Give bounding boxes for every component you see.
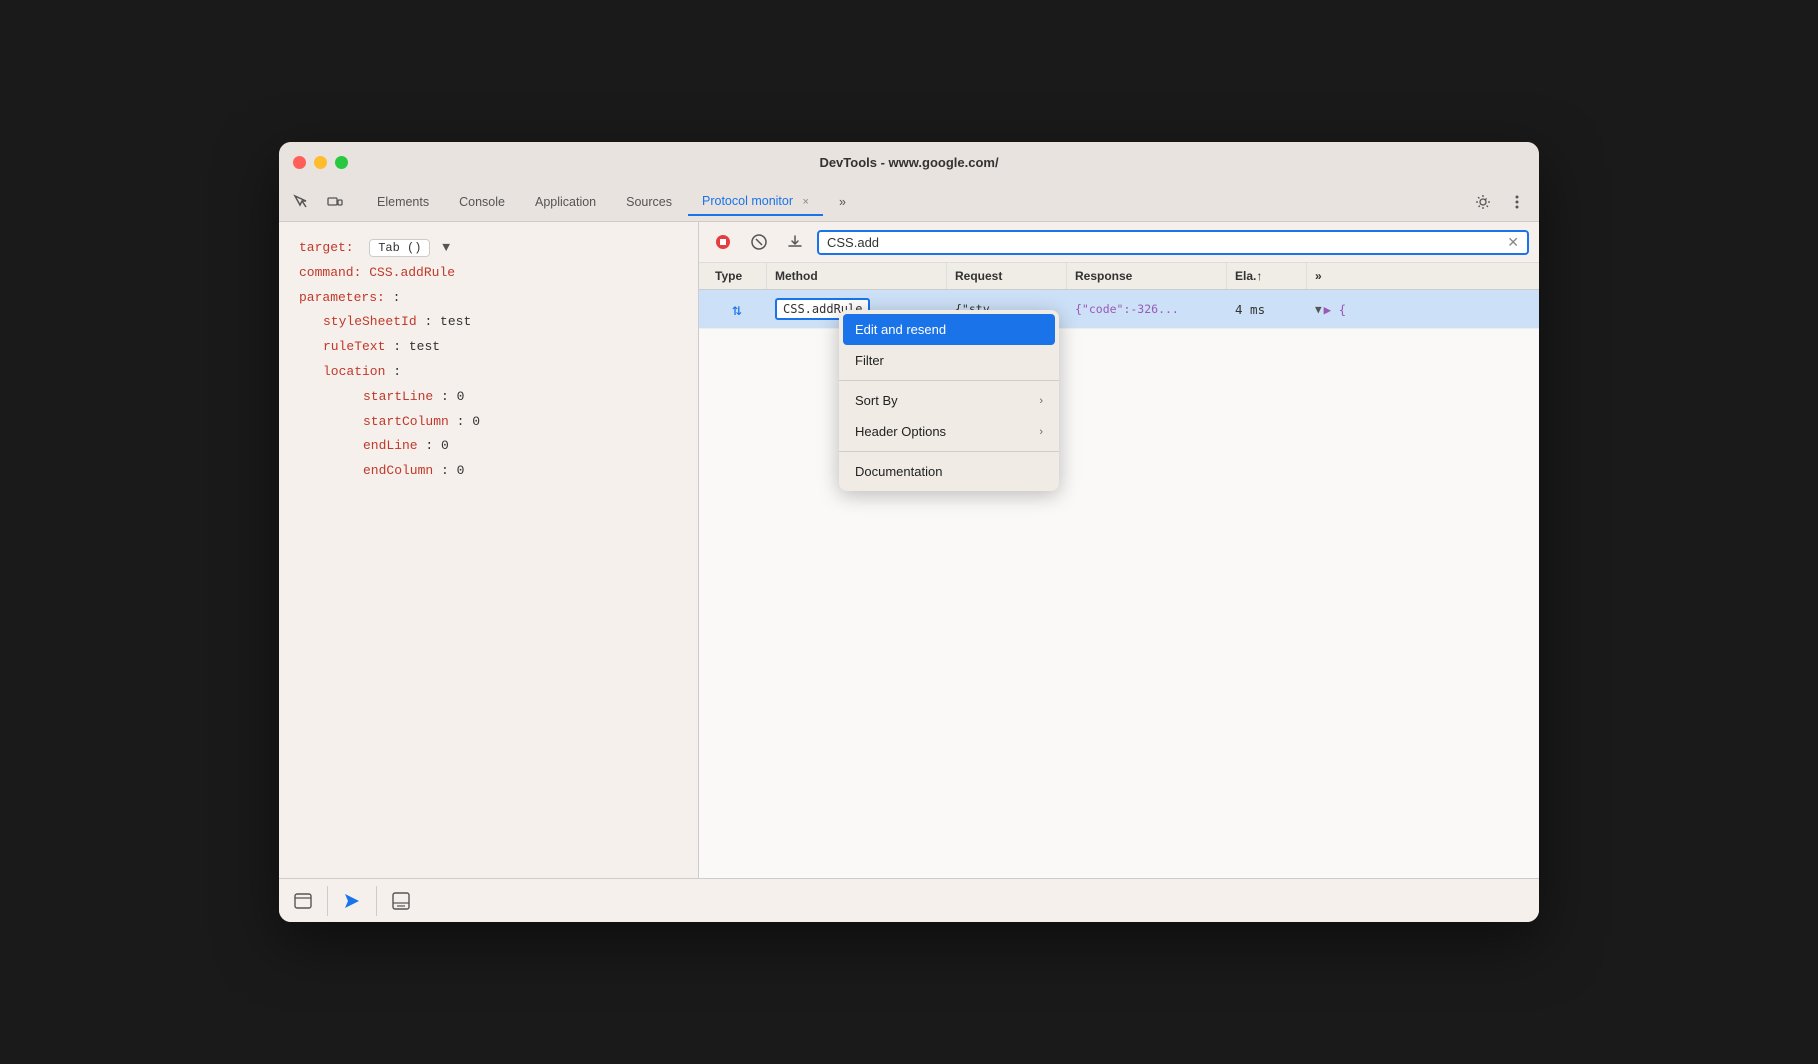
search-box: ✕ [817, 230, 1529, 255]
menu-item-edit-resend[interactable]: Edit and resend [843, 314, 1055, 345]
minimize-button[interactable] [314, 156, 327, 169]
tab-elements[interactable]: Elements [363, 189, 443, 215]
right-panel: ✕ Type Method Request Response Ela.↑ [699, 222, 1539, 878]
tab-application[interactable]: Application [521, 189, 610, 215]
traffic-lights [293, 156, 348, 169]
more-options-icon[interactable] [1503, 188, 1531, 216]
tab-close-icon[interactable]: × [803, 196, 809, 208]
styleSheetId-line: styleSheetId : test [299, 312, 678, 333]
cell-type: ⇅ [707, 290, 767, 328]
arrows-icon: ⇅ [732, 300, 742, 319]
sort-by-arrow-icon: › [1039, 395, 1043, 407]
sidebar-toggle-button[interactable] [289, 887, 317, 915]
bottom-bar [279, 878, 1539, 922]
parameters-line: parameters: : [299, 288, 678, 309]
col-header-type: Type [707, 263, 767, 289]
bottom-divider-2 [376, 886, 377, 916]
command-line: command: CSS.addRule [299, 263, 678, 284]
menu-divider-1 [839, 380, 1059, 381]
table-header: Type Method Request Response Ela.↑ » [699, 263, 1539, 290]
bottom-divider [327, 886, 328, 916]
tab-bar: Elements Console Application Sources Pro… [279, 182, 1539, 222]
tab-protocol-monitor[interactable]: Protocol monitor × [688, 188, 823, 216]
startColumn-line: startColumn : 0 [299, 412, 678, 433]
tab-bar-right [1469, 188, 1531, 216]
menu-item-sort-by[interactable]: Sort By › [839, 385, 1059, 416]
endColumn-line: endColumn : 0 [299, 461, 678, 482]
close-button[interactable] [293, 156, 306, 169]
col-header-more[interactable]: » [1307, 263, 1347, 289]
menu-divider-2 [839, 451, 1059, 452]
menu-item-filter[interactable]: Filter [839, 345, 1059, 376]
tab-more[interactable]: » [825, 189, 860, 215]
table-row[interactable]: ⇅ CSS.addRule {"sty {"code":-326... 4 ms [699, 290, 1539, 329]
clear-button[interactable] [745, 228, 773, 256]
col-header-method: Method [767, 263, 947, 289]
title-bar: DevTools - www.google.com/ [279, 142, 1539, 182]
search-clear-button[interactable]: ✕ [1507, 235, 1519, 249]
stop-recording-button[interactable] [709, 228, 737, 256]
protocol-toolbar: ✕ [699, 222, 1539, 263]
target-dropdown-arrow[interactable]: ▼ [442, 240, 450, 255]
target-dropdown[interactable]: Tab () [369, 239, 430, 257]
endLine-line: endLine : 0 [299, 436, 678, 457]
settings-icon[interactable] [1469, 188, 1497, 216]
cell-elapsed: 4 ms [1227, 290, 1307, 328]
menu-item-header-options[interactable]: Header Options › [839, 416, 1059, 447]
tab-bar-icons [287, 188, 349, 216]
menu-item-documentation[interactable]: Documentation [839, 456, 1059, 487]
col-header-request: Request [947, 263, 1067, 289]
cell-response: {"code":-326... [1067, 290, 1227, 328]
startLine-line: startLine : 0 [299, 387, 678, 408]
location-line: location : [299, 362, 678, 383]
tab-sources[interactable]: Sources [612, 189, 686, 215]
device-toolbar-icon[interactable] [321, 188, 349, 216]
download-button[interactable] [781, 228, 809, 256]
col-header-response: Response [1067, 263, 1227, 289]
context-menu: Edit and resend Filter Sort By › Header … [839, 310, 1059, 491]
header-options-arrow-icon: › [1039, 426, 1043, 438]
main-content: target: Tab () ▼ command: CSS.addRule pa… [279, 222, 1539, 878]
search-input[interactable] [827, 235, 1501, 250]
ruleText-line: ruleText : test [299, 337, 678, 358]
send-button[interactable] [338, 887, 366, 915]
tab-console[interactable]: Console [445, 189, 519, 215]
drawer-button[interactable] [387, 887, 415, 915]
col-header-elapsed[interactable]: Ela.↑ [1227, 263, 1307, 289]
maximize-button[interactable] [335, 156, 348, 169]
left-panel: target: Tab () ▼ command: CSS.addRule pa… [279, 222, 699, 878]
window-title: DevTools - www.google.com/ [819, 155, 998, 170]
table-body: ⇅ CSS.addRule {"sty {"code":-326... 4 ms [699, 290, 1539, 878]
target-line: target: Tab () ▼ [299, 238, 678, 259]
cell-expand: ▼ ▶ {code [1307, 290, 1347, 328]
inspect-icon[interactable] [287, 188, 315, 216]
devtools-window: DevTools - www.google.com/ Elements Cons… [279, 142, 1539, 922]
